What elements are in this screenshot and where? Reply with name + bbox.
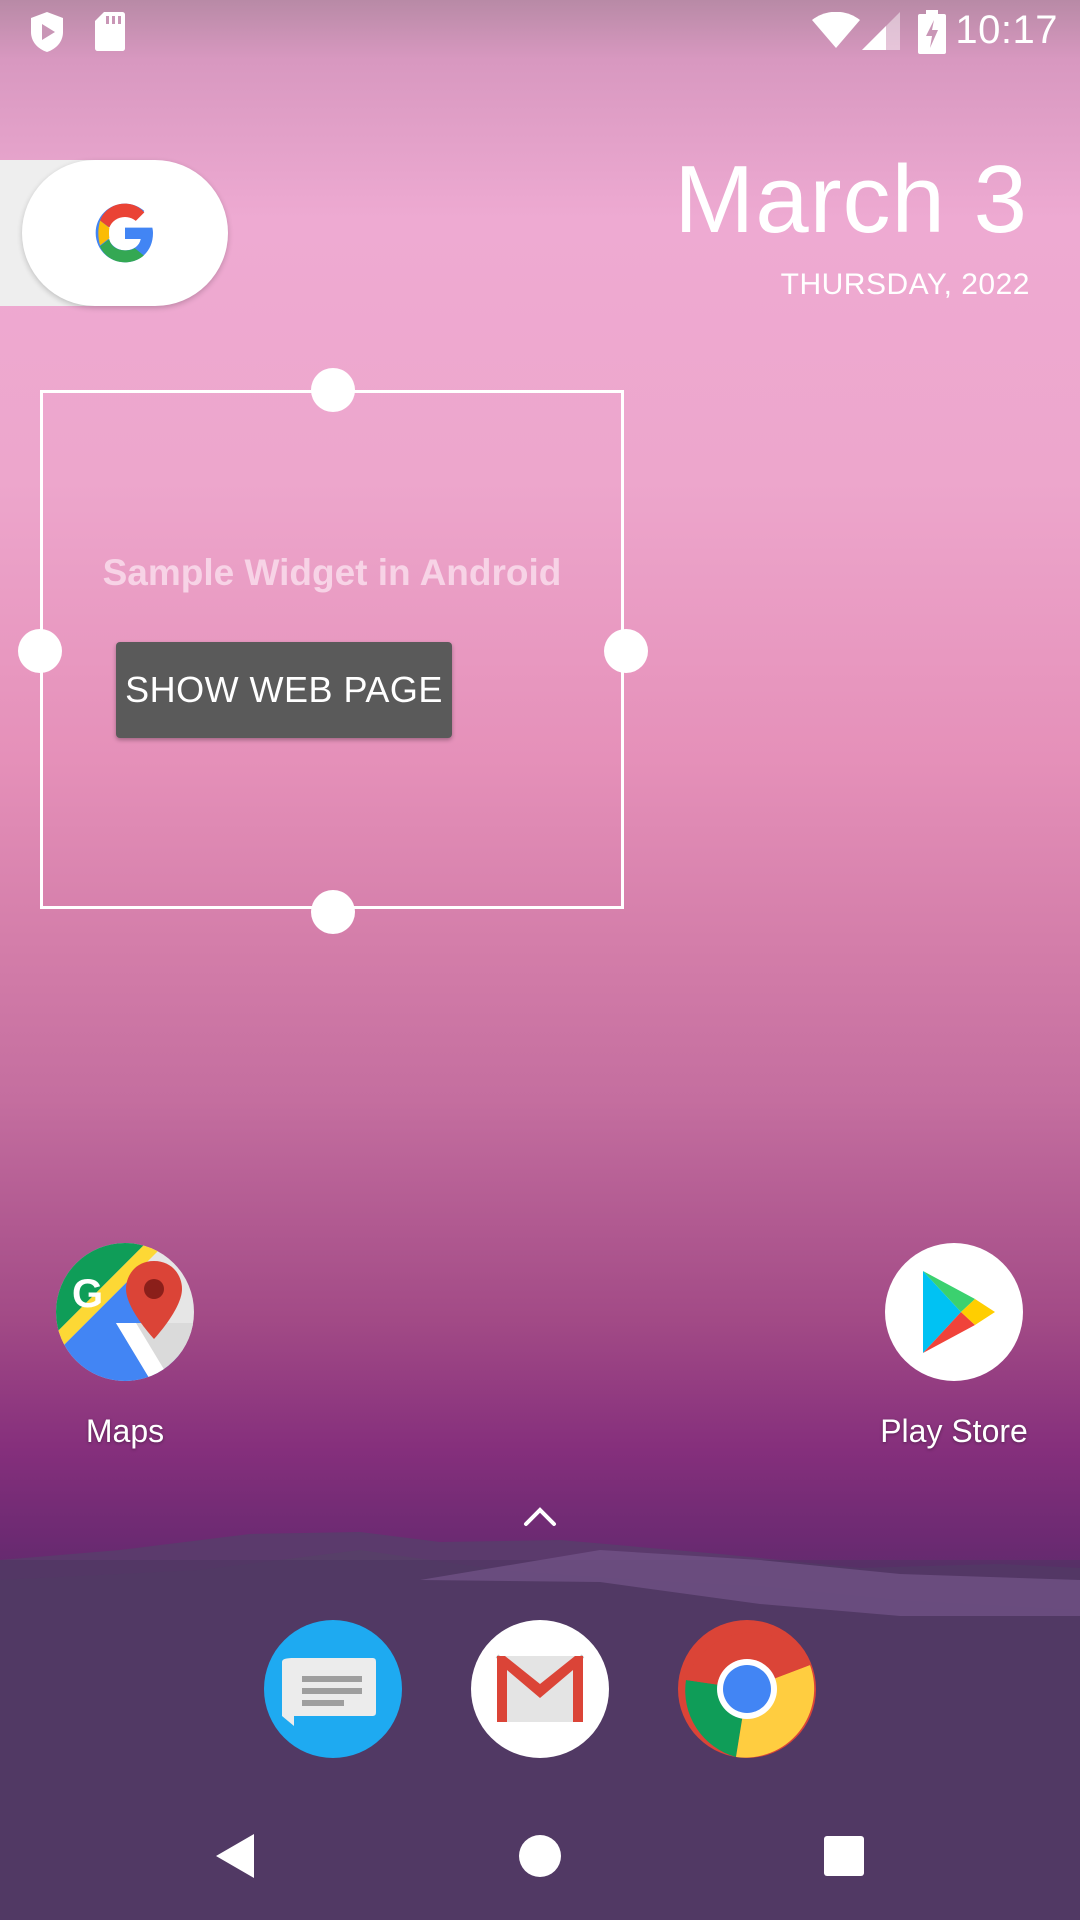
resize-handle-bottom[interactable] (311, 890, 355, 934)
status-bar: 10:17 (0, 0, 1080, 64)
shield-play-icon (28, 10, 66, 59)
dock-gmail-app[interactable] (471, 1620, 609, 1758)
battery-charging-icon (918, 10, 946, 59)
google-search-pill[interactable] (22, 160, 228, 306)
google-g-icon (93, 201, 157, 270)
messages-icon (264, 1620, 402, 1758)
resize-handle-right[interactable] (604, 629, 648, 673)
status-clock: 10:17 (955, 8, 1058, 52)
widget-title: Sample Widget in Android (102, 552, 562, 593)
sd-card-icon (94, 10, 126, 57)
maps-label: Maps (85, 1413, 165, 1449)
resize-handle-top[interactable] (311, 368, 355, 412)
dock-chrome-app[interactable] (678, 1620, 816, 1758)
play-store-icon (885, 1243, 1023, 1381)
home-icon[interactable] (518, 1834, 562, 1883)
maps-app[interactable]: G (56, 1243, 194, 1381)
cell-signal-icon (862, 12, 900, 55)
show-web-page-button[interactable]: SHOW WEB PAGE (116, 642, 452, 738)
app-drawer-arrow-icon[interactable] (520, 1502, 560, 1535)
play-store-app[interactable] (885, 1243, 1023, 1381)
google-maps-icon: G (56, 1243, 194, 1381)
recents-icon[interactable] (824, 1836, 864, 1881)
gmail-icon (471, 1620, 609, 1758)
home-screen: 10:17 March 3 THURSDAY, 2022 Sample Widg… (0, 0, 1080, 1920)
svg-text:G: G (72, 1272, 103, 1316)
back-icon[interactable] (214, 1832, 258, 1885)
dock-messages-app[interactable] (264, 1620, 402, 1758)
wifi-icon (812, 11, 860, 55)
date-title[interactable]: March 3 (674, 145, 1028, 255)
date-subtitle[interactable]: THURSDAY, 2022 (781, 268, 1030, 302)
navigation-bar (0, 1790, 1080, 1920)
play-store-label: Play Store (880, 1413, 1028, 1449)
chrome-icon (678, 1620, 816, 1758)
resize-handle-left[interactable] (18, 629, 62, 673)
